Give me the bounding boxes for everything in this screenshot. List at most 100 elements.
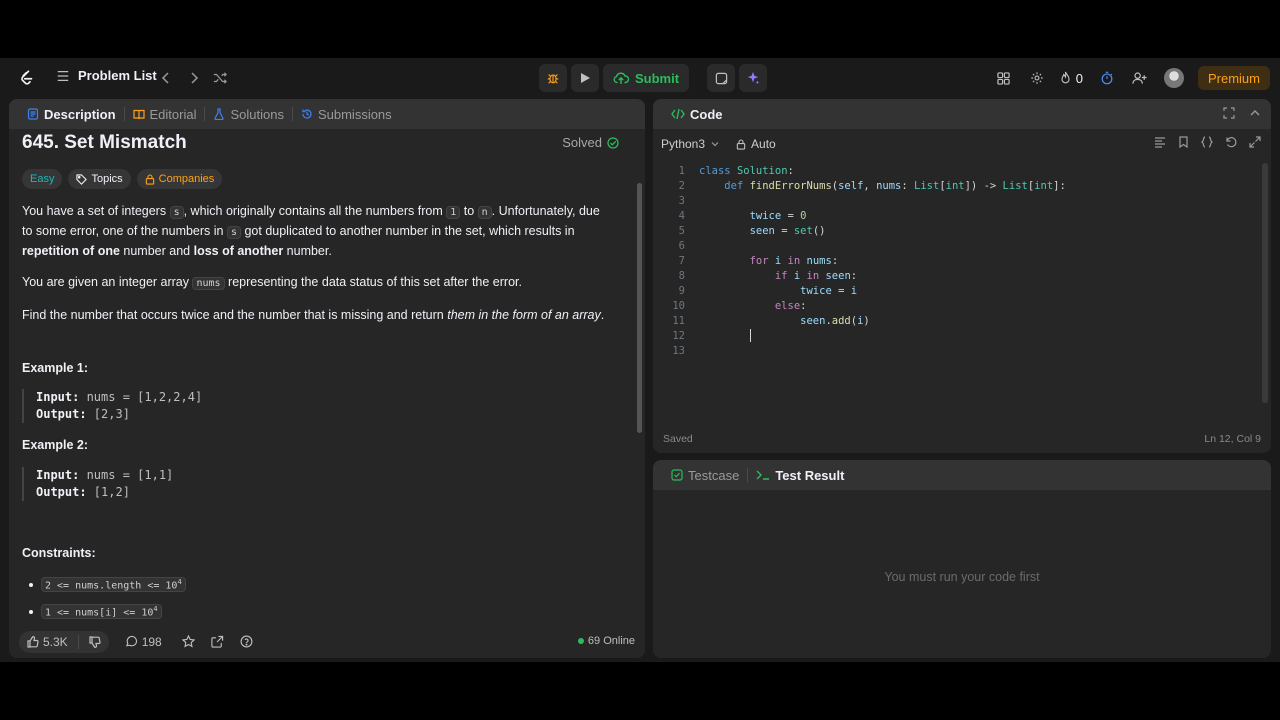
problem-list-button[interactable]: Problem List bbox=[56, 68, 157, 83]
chevron-right-icon[interactable] bbox=[186, 70, 202, 86]
description-content: 645. Set Mismatch Solved Easy Topics Com… bbox=[9, 129, 645, 625]
chevron-up-icon[interactable] bbox=[1249, 107, 1261, 119]
tab-code[interactable]: Code bbox=[663, 107, 731, 122]
submit-button[interactable]: Submit bbox=[603, 64, 690, 92]
stopwatch-icon bbox=[1100, 71, 1114, 85]
terminal-icon bbox=[756, 469, 770, 481]
example-1-block: Input: nums = [1,2,2,4] Output: [2,3] bbox=[22, 389, 202, 423]
code-line[interactable]: 10 else: bbox=[653, 298, 1271, 313]
reset-icon[interactable] bbox=[1225, 136, 1237, 148]
braces-icon[interactable] bbox=[1201, 136, 1213, 148]
tab-testcase[interactable]: Testcase bbox=[663, 468, 747, 483]
description-panel: Description Editorial Solutions Submissi… bbox=[9, 99, 645, 658]
mode-value: Auto bbox=[751, 137, 776, 151]
code-editor-panel: Code Python3 Auto 1 class Solution: 2 de… bbox=[653, 99, 1271, 453]
line-number: 9 bbox=[678, 284, 685, 297]
autocomplete-mode[interactable]: Auto bbox=[736, 137, 776, 151]
help-button[interactable] bbox=[240, 635, 253, 648]
difficulty-label: Easy bbox=[30, 173, 55, 185]
ai-assistant-button[interactable] bbox=[739, 64, 768, 92]
code-line[interactable]: 13 bbox=[653, 343, 1271, 358]
comment-icon bbox=[125, 635, 138, 648]
debug-button[interactable] bbox=[539, 64, 567, 92]
code-line[interactable]: 9 twice = i bbox=[653, 283, 1271, 298]
code-icon bbox=[671, 108, 685, 120]
editorial-icon bbox=[132, 108, 145, 120]
bullet bbox=[29, 582, 33, 587]
chevron-left-icon[interactable] bbox=[158, 70, 174, 86]
maximize-icon[interactable] bbox=[1223, 107, 1235, 119]
layout-button[interactable] bbox=[990, 64, 1018, 92]
code-area[interactable]: 1 class Solution: 2 def findErrorNums(sel… bbox=[653, 163, 1271, 423]
leetcode-logo-icon[interactable] bbox=[18, 69, 36, 87]
italic-text: them in the form of an array bbox=[447, 308, 601, 322]
companies-button[interactable]: Companies bbox=[136, 169, 223, 189]
note-button[interactable] bbox=[707, 64, 736, 92]
output-value: [1,2] bbox=[86, 485, 130, 499]
code-line[interactable]: 2 def findErrorNums(self, nums: List[int… bbox=[653, 178, 1271, 193]
chevron-down-icon bbox=[710, 139, 720, 149]
cloud-upload-icon bbox=[613, 70, 629, 86]
format-icon[interactable] bbox=[1154, 136, 1166, 148]
bookmark-icon[interactable] bbox=[1178, 136, 1189, 148]
online-indicator: 69 Online bbox=[577, 635, 635, 647]
tab-test-result[interactable]: Test Result bbox=[748, 468, 852, 483]
description-tabs: Description Editorial Solutions Submissi… bbox=[9, 99, 645, 129]
code-line[interactable]: 3 bbox=[653, 193, 1271, 208]
shuffle-icon[interactable] bbox=[212, 70, 228, 86]
code-line[interactable]: 5 seen = set() bbox=[653, 223, 1271, 238]
code-line[interactable]: 6 bbox=[653, 238, 1271, 253]
vote-separator bbox=[77, 634, 79, 649]
expand-icon[interactable] bbox=[1249, 136, 1261, 148]
test-panel: Testcase Test Result You must run your c… bbox=[653, 460, 1271, 658]
thumbs-down-icon[interactable] bbox=[89, 635, 101, 648]
favorite-button[interactable] bbox=[181, 635, 195, 648]
code-line[interactable]: 12 bbox=[653, 328, 1271, 343]
comments-button[interactable]: 198 bbox=[125, 635, 162, 649]
code-line[interactable]: 1 class Solution: bbox=[653, 163, 1271, 178]
description-paragraph: You are given an integer array nums repr… bbox=[22, 273, 612, 293]
input-label: Input: bbox=[36, 468, 80, 482]
run-toolbar: Submit bbox=[539, 64, 768, 92]
topics-button[interactable]: Topics bbox=[68, 169, 131, 189]
code-line[interactable]: 7 for i in nums: bbox=[653, 253, 1271, 268]
problem-list-label: Problem List bbox=[78, 68, 157, 83]
tab-test-result-label: Test Result bbox=[775, 467, 845, 483]
code-line[interactable]: 4 twice = 0 bbox=[653, 208, 1271, 223]
line-number: 3 bbox=[678, 194, 685, 207]
bold-text: loss of another bbox=[193, 244, 284, 258]
settings-button[interactable] bbox=[1023, 64, 1051, 92]
tab-description[interactable]: Description bbox=[19, 107, 124, 122]
description-scrollbar[interactable] bbox=[637, 183, 642, 433]
like-button[interactable]: 5.3K bbox=[27, 635, 68, 649]
question-circle-icon bbox=[240, 635, 253, 648]
run-button[interactable] bbox=[571, 64, 599, 92]
avatar[interactable] bbox=[1163, 68, 1184, 88]
inline-code: s bbox=[226, 226, 241, 239]
editor-scrollbar[interactable] bbox=[1262, 163, 1268, 403]
tab-editorial[interactable]: Editorial bbox=[125, 107, 205, 122]
invite-button[interactable] bbox=[1126, 64, 1154, 92]
tab-solutions[interactable]: Solutions bbox=[205, 107, 291, 122]
language-select[interactable]: Python3 bbox=[661, 137, 720, 151]
submissions-icon bbox=[301, 108, 313, 120]
example-2-block: Input: nums = [1,1] Output: [1,2] bbox=[22, 467, 173, 501]
play-icon bbox=[579, 72, 591, 84]
tag-icon bbox=[76, 173, 88, 185]
text: Find the number that occurs twice and th… bbox=[22, 308, 448, 322]
inline-code: s bbox=[169, 206, 184, 219]
companies-label: Companies bbox=[158, 173, 215, 185]
top-bar: Problem List Submit 0 Premium bbox=[0, 58, 1280, 98]
code-line[interactable]: 8 if i in seen: bbox=[653, 268, 1271, 283]
constraint-item: 1 <= nums[i] <= 104 bbox=[29, 604, 162, 620]
streak-counter[interactable]: 0 bbox=[1059, 71, 1083, 86]
line-number: 10 bbox=[672, 299, 685, 312]
timer-button[interactable] bbox=[1093, 64, 1121, 92]
tab-testcase-label: Testcase bbox=[688, 467, 740, 483]
submit-label: Submit bbox=[635, 70, 680, 86]
share-button[interactable] bbox=[211, 635, 224, 648]
tab-submissions[interactable]: Submissions bbox=[293, 107, 400, 122]
premium-button[interactable]: Premium bbox=[1197, 66, 1270, 90]
code-line[interactable]: 11 seen.add(i) bbox=[653, 313, 1271, 328]
vote-group: 5.3K bbox=[19, 630, 109, 653]
